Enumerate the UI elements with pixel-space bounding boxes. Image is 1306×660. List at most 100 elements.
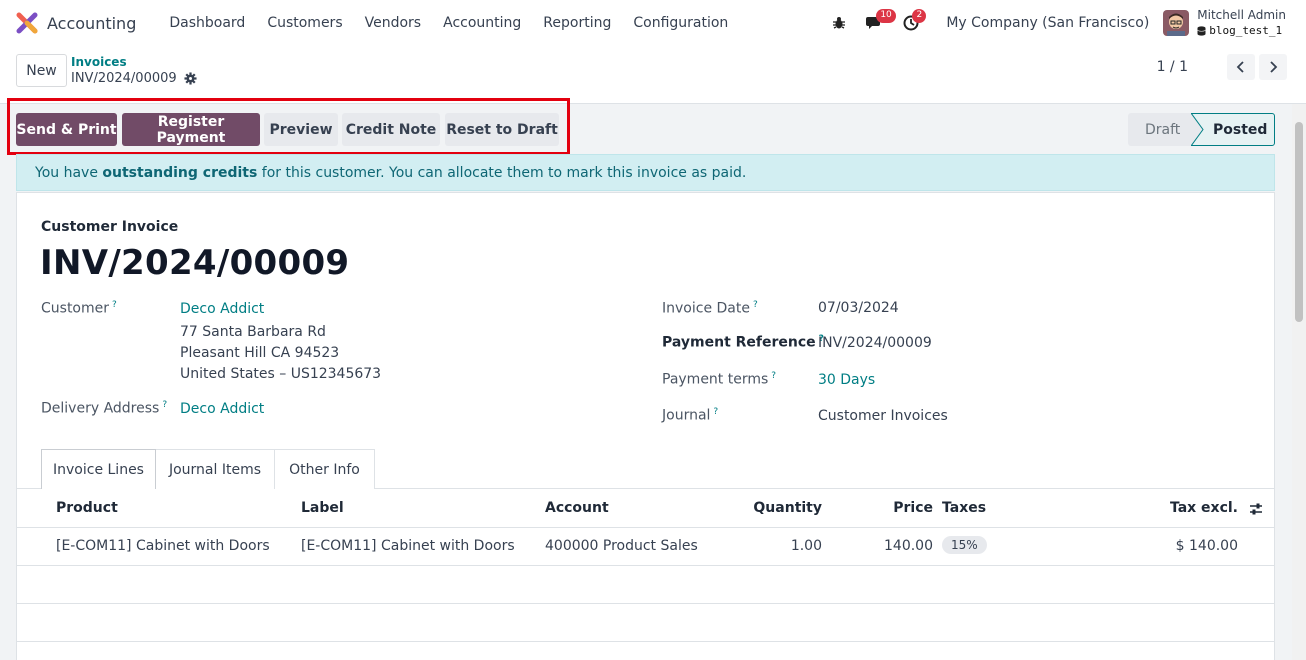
chevron-right-icon [1270, 61, 1278, 73]
column-taxes[interactable]: Taxes [942, 500, 986, 516]
company-switcher[interactable]: My Company (San Francisco) [946, 15, 1149, 31]
row-tax-excl: $ 140.00 [1175, 538, 1238, 554]
invoice-date-help[interactable]: ? [753, 300, 758, 310]
menu-vendors[interactable]: Vendors [354, 15, 432, 31]
payment-terms-label-text: Payment terms [662, 371, 769, 388]
pager-next-button[interactable] [1259, 54, 1287, 80]
credit-note-button[interactable]: Credit Note [342, 113, 440, 146]
menu-customers[interactable]: Customers [256, 15, 353, 31]
chevron-left-icon [1236, 61, 1244, 73]
invoice-date-label-text: Invoice Date [662, 300, 750, 317]
main-menu: Dashboard Customers Vendors Accounting R… [158, 15, 739, 31]
send-print-button[interactable]: Send & Print [16, 113, 117, 146]
alert-suffix: for this customer. You can allocate them… [257, 164, 747, 181]
bug-icon [833, 17, 846, 29]
invoice-date-label: Invoice Date? [662, 300, 758, 317]
database-label: blog_test_1 [1209, 24, 1283, 37]
breadcrumb-current-label: INV/2024/00009 [71, 71, 177, 86]
row-quantity[interactable]: 1.00 [791, 538, 822, 554]
activities-badge: 2 [912, 9, 927, 23]
debug-button[interactable] [824, 8, 854, 38]
column-quantity[interactable]: Quantity [753, 500, 822, 516]
journal-label: Journal? [662, 407, 718, 424]
alert-prefix: You have [35, 164, 103, 181]
tab-invoice-lines[interactable]: Invoice Lines [41, 449, 156, 489]
customer-address-line3: United States – US12345673 [180, 366, 382, 382]
tab-journal-items[interactable]: Journal Items [155, 449, 275, 489]
gear-icon[interactable] [184, 72, 197, 85]
menu-reporting[interactable]: Reporting [532, 15, 622, 31]
journal-field[interactable]: Customer Invoices [818, 408, 948, 424]
activities-button[interactable]: 2 [896, 8, 927, 38]
payment-terms-field[interactable]: 30 Days [818, 372, 875, 388]
user-menu[interactable]: Mitchell Admin blog_test_1 [1163, 8, 1286, 38]
navbar-systray: 10 2 My Company (San Francisco) Mitchell… [824, 0, 1306, 46]
row-label[interactable]: [E-COM11] Cabinet with Doors [301, 538, 515, 554]
column-product[interactable]: Product [56, 500, 118, 516]
row-account[interactable]: 400000 Product Sales [545, 538, 698, 554]
brand[interactable]: Accounting [16, 12, 158, 34]
user-name: Mitchell Admin [1197, 8, 1286, 22]
delivery-address-label-text: Delivery Address [41, 400, 160, 417]
menu-accounting[interactable]: Accounting [432, 15, 532, 31]
move-type-label: Customer Invoice [41, 219, 179, 235]
avatar [1163, 10, 1190, 36]
pager-value[interactable]: 1 / 1 [1157, 59, 1188, 75]
outstanding-credits-alert: You have outstanding credits for this cu… [16, 154, 1275, 191]
pager-previous-button[interactable] [1227, 54, 1255, 80]
payment-terms-help[interactable]: ? [771, 371, 776, 381]
customer-field[interactable]: Deco Addict [180, 301, 264, 317]
delivery-address-label: Delivery Address? [41, 400, 167, 417]
row-price[interactable]: 140.00 [884, 538, 933, 554]
messages-button[interactable]: 10 [860, 8, 896, 38]
optional-columns-toggle-icon[interactable] [1249, 502, 1263, 516]
menu-dashboard[interactable]: Dashboard [158, 15, 256, 31]
table-row[interactable]: [E-COM11] Cabinet with Doors [E-COM11] C… [17, 528, 1274, 566]
register-payment-button[interactable]: Register Payment [122, 113, 260, 146]
messages-badge: 10 [876, 9, 896, 23]
column-label[interactable]: Label [301, 500, 344, 516]
scrollbar-thumb[interactable] [1295, 122, 1303, 322]
journal-label-text: Journal [662, 407, 711, 424]
stage-draft[interactable]: Draft [1128, 113, 1192, 146]
customer-label: Customer? [41, 300, 117, 317]
tab-other-info[interactable]: Other Info [274, 449, 375, 489]
invoice-sheet: Customer Invoice INV/2024/00009 Customer… [16, 192, 1275, 660]
customer-label-text: Customer [41, 300, 110, 317]
empty-row [17, 566, 1274, 604]
payment-reference-label: Payment Reference? [662, 334, 824, 351]
control-panel: New Invoices INV/2024/00009 1 / 1 [0, 46, 1306, 104]
invoice-date-field[interactable]: 07/03/2024 [818, 300, 899, 316]
accounting-app-icon[interactable] [16, 12, 38, 34]
delivery-help[interactable]: ? [162, 400, 167, 410]
top-navbar: Accounting Dashboard Customers Vendors A… [0, 0, 1306, 46]
row-product[interactable]: [E-COM11] Cabinet with Doors [56, 538, 270, 554]
database-icon [1197, 25, 1206, 36]
database-name: blog_test_1 [1197, 23, 1286, 38]
customer-address-line2: Pleasant Hill CA 94523 [180, 345, 340, 361]
column-account[interactable]: Account [545, 500, 609, 516]
app-name[interactable]: Accounting [47, 14, 136, 33]
empty-row [17, 604, 1274, 642]
customer-help[interactable]: ? [112, 300, 117, 310]
journal-help[interactable]: ? [713, 407, 718, 417]
invoice-number: INV/2024/00009 [40, 243, 350, 283]
delivery-address-field[interactable]: Deco Addict [180, 401, 264, 417]
status-bar: Send & Print Register Payment Preview Cr… [0, 98, 1290, 155]
preview-button[interactable]: Preview [264, 113, 338, 146]
menu-configuration[interactable]: Configuration [622, 15, 739, 31]
invoice-lines-header: Product Label Account Quantity Price Tax… [17, 489, 1274, 528]
payment-reference-field[interactable]: INV/2024/00009 [818, 335, 932, 351]
payment-terms-label: Payment terms? [662, 371, 776, 388]
breadcrumb-invoices-link[interactable]: Invoices [71, 55, 197, 70]
breadcrumb: Invoices INV/2024/00009 [71, 55, 197, 86]
new-button[interactable]: New [16, 54, 67, 87]
stage-arrow-separator [1191, 113, 1204, 146]
row-tax-badge[interactable]: 15% [942, 536, 987, 554]
reset-to-draft-button[interactable]: Reset to Draft [445, 113, 559, 146]
column-price[interactable]: Price [893, 500, 933, 516]
breadcrumb-current: INV/2024/00009 [71, 71, 197, 86]
customer-address-line1: 77 Santa Barbara Rd [180, 324, 326, 340]
column-tax-excl[interactable]: Tax excl. [1170, 500, 1238, 516]
page-scrollbar[interactable] [1292, 104, 1306, 660]
